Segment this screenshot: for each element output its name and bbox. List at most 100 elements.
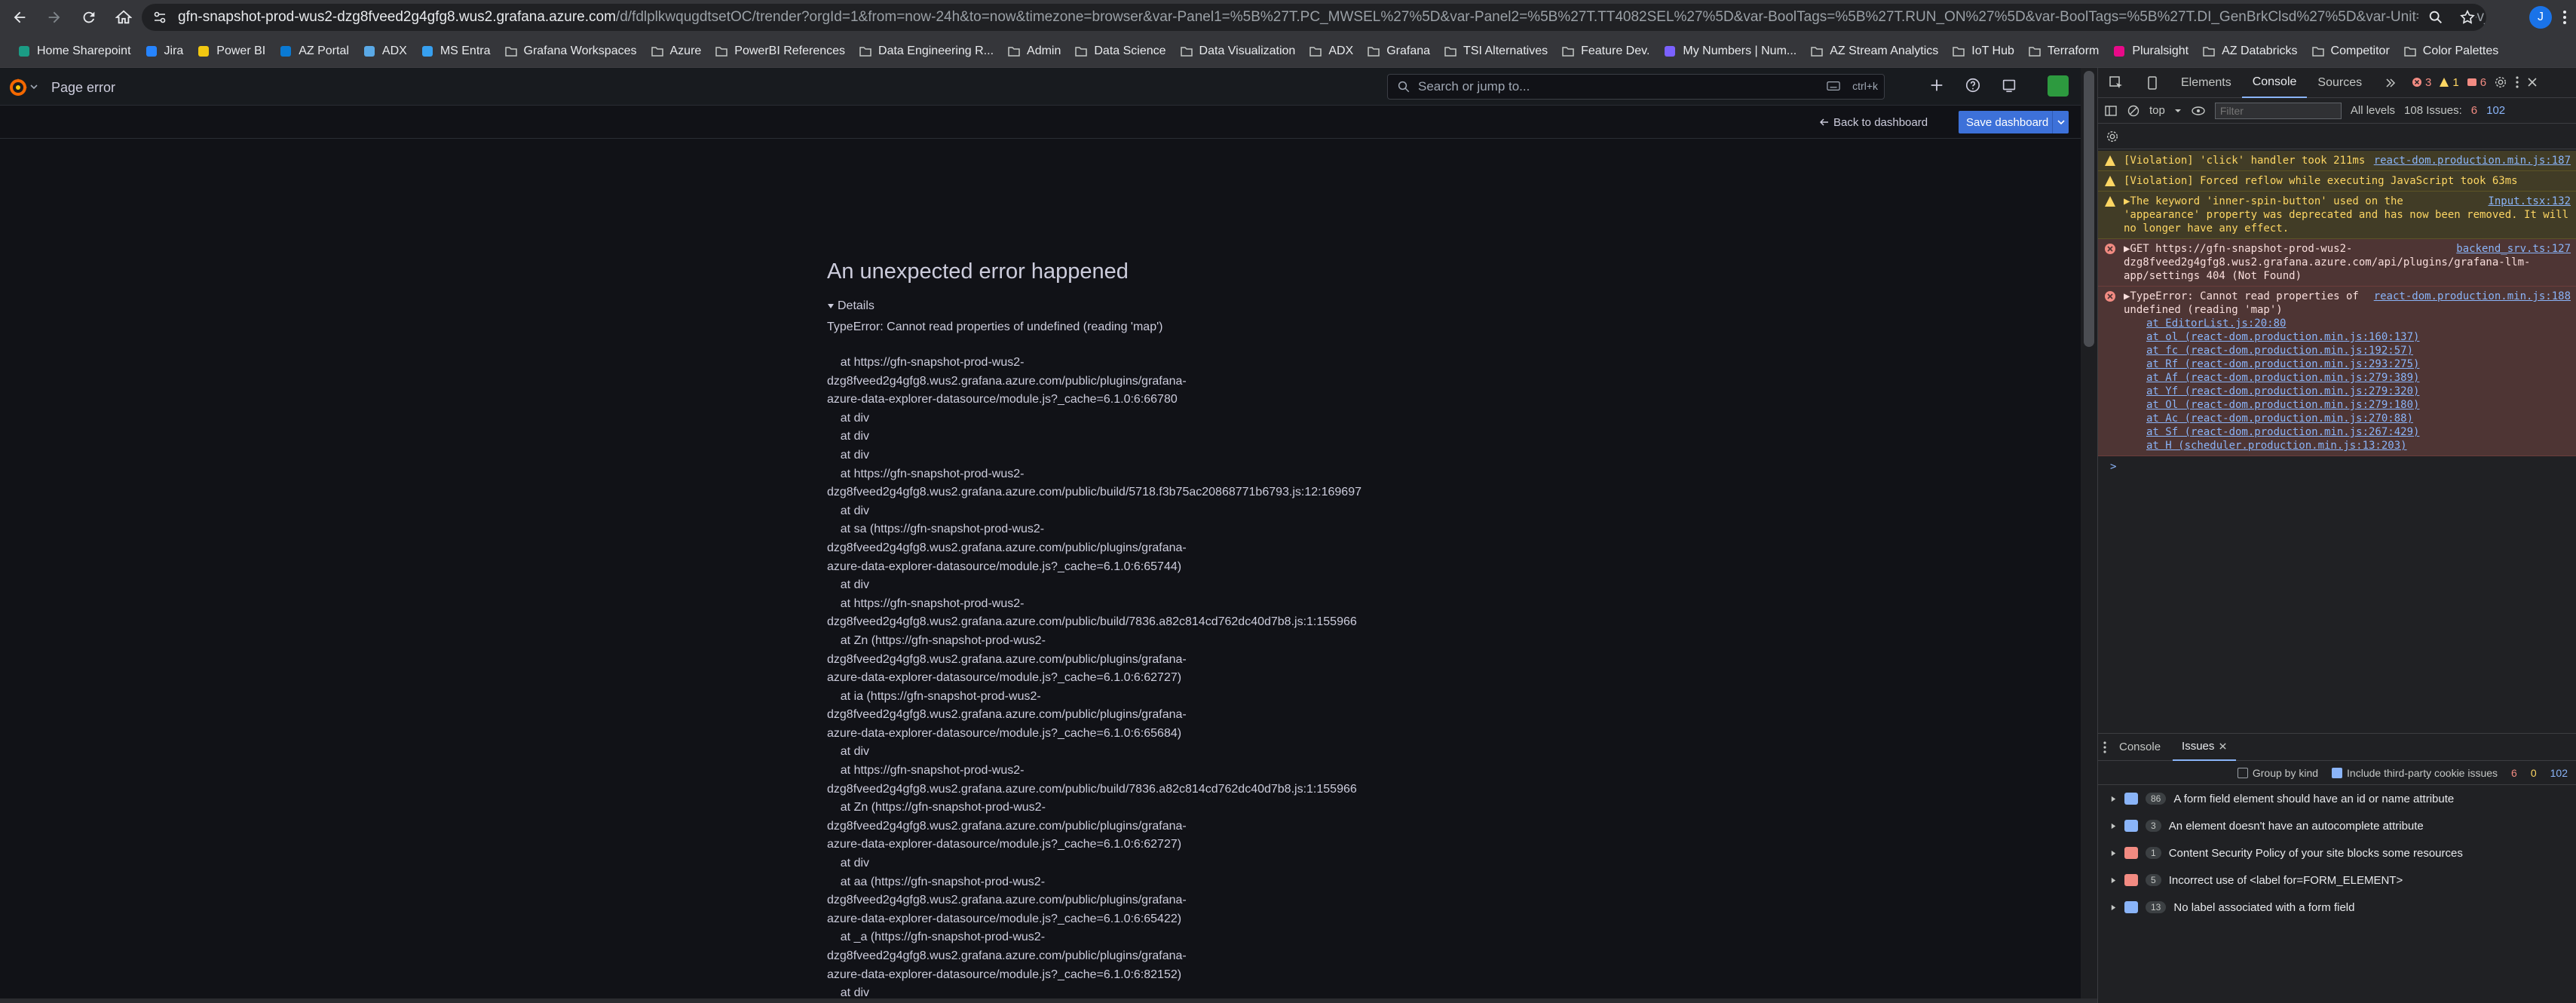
tab-console[interactable]: Console (2241, 68, 2308, 98)
bookmark-item[interactable]: ADX (1302, 40, 1360, 63)
issue-row[interactable]: 86 A form field element should have an id… (2098, 785, 2576, 812)
bookmark-item[interactable]: Grafana Workspaces (498, 40, 644, 63)
stack-frame-link[interactable]: at Af (react-dom.production.min.js:279:3… (2124, 371, 2571, 385)
tab-elements[interactable]: Elements (2170, 68, 2242, 98)
stack-frame-link[interactable]: at EditorList.js:20:80 (2124, 317, 2571, 330)
device-toolbar-toggle[interactable] (2134, 68, 2170, 98)
bookmark-item[interactable]: Terraform (2021, 40, 2106, 63)
bookmark-item[interactable]: Feature Dev. (1554, 40, 1656, 63)
bookmark-item[interactable]: Azure (644, 40, 709, 63)
tab-sources[interactable]: Sources (2307, 68, 2372, 98)
grafana-logo-icon[interactable] (8, 77, 29, 98)
bookmark-item[interactable]: Pluralsight (2106, 40, 2195, 63)
console-source-link[interactable]: backend_srv.ts:127 (2456, 242, 2571, 256)
news-icon[interactable] (2001, 77, 2017, 94)
console-prompt[interactable]: > (2098, 456, 2576, 477)
clear-console-icon[interactable] (2127, 104, 2140, 118)
search-input[interactable] (1418, 79, 1810, 94)
bookmark-item[interactable]: Competitor (2305, 40, 2397, 63)
log-levels-dropdown[interactable]: All levels (2351, 104, 2395, 117)
stack-frame-link[interactable]: at fc (react-dom.production.min.js:192:5… (2124, 344, 2571, 357)
kebab-menu-icon[interactable] (2515, 75, 2519, 89)
gear-icon[interactable] (2106, 130, 2119, 143)
issue-row[interactable]: 1 Content Security Policy of your site bl… (2098, 839, 2576, 867)
include-third-party-checkbox[interactable]: Include third-party cookie issues (2332, 767, 2498, 779)
bookmark-item[interactable]: Data Visualization (1173, 40, 1303, 63)
console-warning[interactable]: Input.tsx:132 ▶The keyword 'inner-spin-bu… (2098, 192, 2576, 239)
bookmark-item[interactable]: AZ Stream Analytics (1803, 40, 1945, 63)
scrollbar-thumb[interactable] (2084, 71, 2094, 347)
drawer-tab-console[interactable]: Console (2110, 734, 2170, 761)
details-toggle[interactable]: Details (827, 299, 1430, 313)
issue-row[interactable]: 13 No label associated with a form field (2098, 894, 2576, 921)
bookmark-item[interactable]: Color Palettes (2397, 40, 2506, 63)
stack-frame-link[interactable]: at Sf (react-dom.production.min.js:267:4… (2124, 425, 2571, 439)
gear-icon[interactable] (2494, 75, 2507, 89)
home-button[interactable] (109, 2, 139, 32)
bookmark-item[interactable]: TSI Alternatives (1437, 40, 1554, 63)
user-avatar[interactable] (2048, 75, 2069, 97)
stack-frame-link[interactable]: at ol (react-dom.production.min.js:160:1… (2124, 330, 2571, 344)
stack-frame-link[interactable]: at Rf (react-dom.production.min.js:293:2… (2124, 357, 2571, 371)
group-by-kind-checkbox[interactable]: Group by kind (2237, 767, 2318, 779)
sidebar-toggle-icon[interactable] (2104, 104, 2118, 118)
console-source-link[interactable]: Input.tsx:132 (2488, 195, 2571, 208)
bookmark-item[interactable]: MS Entra (414, 40, 498, 63)
save-options-toggle[interactable] (2052, 111, 2069, 133)
console-error[interactable]: react-dom.production.min.js:188 ▶TypeErro… (2098, 287, 2576, 456)
stack-frame-link[interactable]: at Ac (react-dom.production.min.js:270:8… (2124, 412, 2571, 425)
page-scrollbar[interactable] (2081, 68, 2097, 998)
bookmark-item[interactable]: Jira (138, 40, 191, 63)
address-bar[interactable]: gfn-snapshot-prod-wus2-dzg8fveed2g4gfg8.… (142, 4, 2486, 31)
reload-button[interactable] (74, 2, 104, 32)
search-box[interactable]: ctrl+k (1387, 74, 1885, 100)
chevron-down-icon (2057, 120, 2065, 125)
bookmark-item[interactable]: Home Sharepoint (11, 40, 138, 63)
more-tabs-button[interactable] (2372, 68, 2409, 98)
bookmark-item[interactable]: AZ Portal (272, 40, 356, 63)
bookmark-item[interactable]: Admin (1000, 40, 1067, 63)
inspect-element-tool[interactable] (2098, 68, 2134, 98)
stack-frame-link[interactable]: at Ol (react-dom.production.min.js:279:1… (2124, 398, 2571, 412)
close-icon[interactable] (2527, 77, 2538, 87)
issue-row[interactable]: 5 Incorrect use of <label for=FORM_ELEMEN… (2098, 867, 2576, 894)
bookmark-star-icon[interactable] (2459, 9, 2476, 26)
stack-frame-link[interactable]: at Yf (react-dom.production.min.js:279:3… (2124, 385, 2571, 398)
console-warning[interactable]: react-dom.production.min.js:187 [Violatio… (2098, 151, 2576, 171)
drawer-tab-issues[interactable]: Issues (2173, 734, 2237, 761)
bookmark-item[interactable]: ADX (356, 40, 414, 63)
issue-row[interactable]: 3 An element doesn't have an autocomplete… (2098, 812, 2576, 839)
back-to-dashboard-button[interactable]: Back to dashboard (1820, 112, 1928, 133)
console-source-link[interactable]: react-dom.production.min.js:187 (2374, 154, 2571, 167)
bookmark-item[interactable]: PowerBI References (708, 40, 852, 63)
bookmark-item[interactable]: IoT Hub (1945, 40, 2021, 63)
chevron-down-icon[interactable] (30, 83, 38, 90)
kebab-menu-icon[interactable] (2103, 741, 2107, 754)
issues-summary[interactable]: 108 Issues: (2404, 104, 2462, 117)
close-icon[interactable] (2219, 742, 2227, 750)
context-selector[interactable]: top (2149, 104, 2165, 117)
profile-avatar[interactable]: J (2529, 6, 2552, 29)
checkbox-unchecked[interactable] (2237, 767, 2248, 778)
back-nav-button[interactable] (5, 2, 35, 32)
stack-frame-link[interactable]: at H (scheduler.production.min.js:13:203… (2124, 439, 2571, 452)
plus-icon[interactable] (1928, 77, 1945, 94)
console-source-link[interactable]: react-dom.production.min.js:188 (2374, 290, 2571, 303)
zoom-search-icon[interactable] (2427, 9, 2444, 26)
checkbox-checked[interactable] (2332, 767, 2343, 778)
console-error[interactable]: backend_srv.ts:127 ▶GET https://gfn-snaps… (2098, 239, 2576, 287)
bookmark-item[interactable]: AZ Databricks (2195, 40, 2304, 63)
kebab-menu-icon[interactable] (2559, 9, 2571, 26)
bookmark-item[interactable]: Data Science (1067, 40, 1172, 63)
console-warning[interactable]: [Violation] Forced reflow while executin… (2098, 171, 2576, 192)
devtools-badges[interactable]: 3 1 6 (2412, 75, 2538, 89)
bookmark-item[interactable]: My Numbers | Num... (1656, 40, 1803, 63)
eye-icon[interactable] (2191, 106, 2206, 116)
bookmark-item[interactable]: Grafana (1360, 40, 1437, 63)
bookmark-item[interactable]: Data Engineering R... (852, 40, 1000, 63)
help-icon[interactable] (1965, 77, 1981, 94)
bookmark-item[interactable]: Power BI (190, 40, 272, 63)
console-filter-input[interactable] (2214, 102, 2342, 119)
forward-nav-button[interactable] (39, 2, 69, 32)
save-dashboard-button[interactable]: Save dashboard (1959, 111, 2069, 133)
